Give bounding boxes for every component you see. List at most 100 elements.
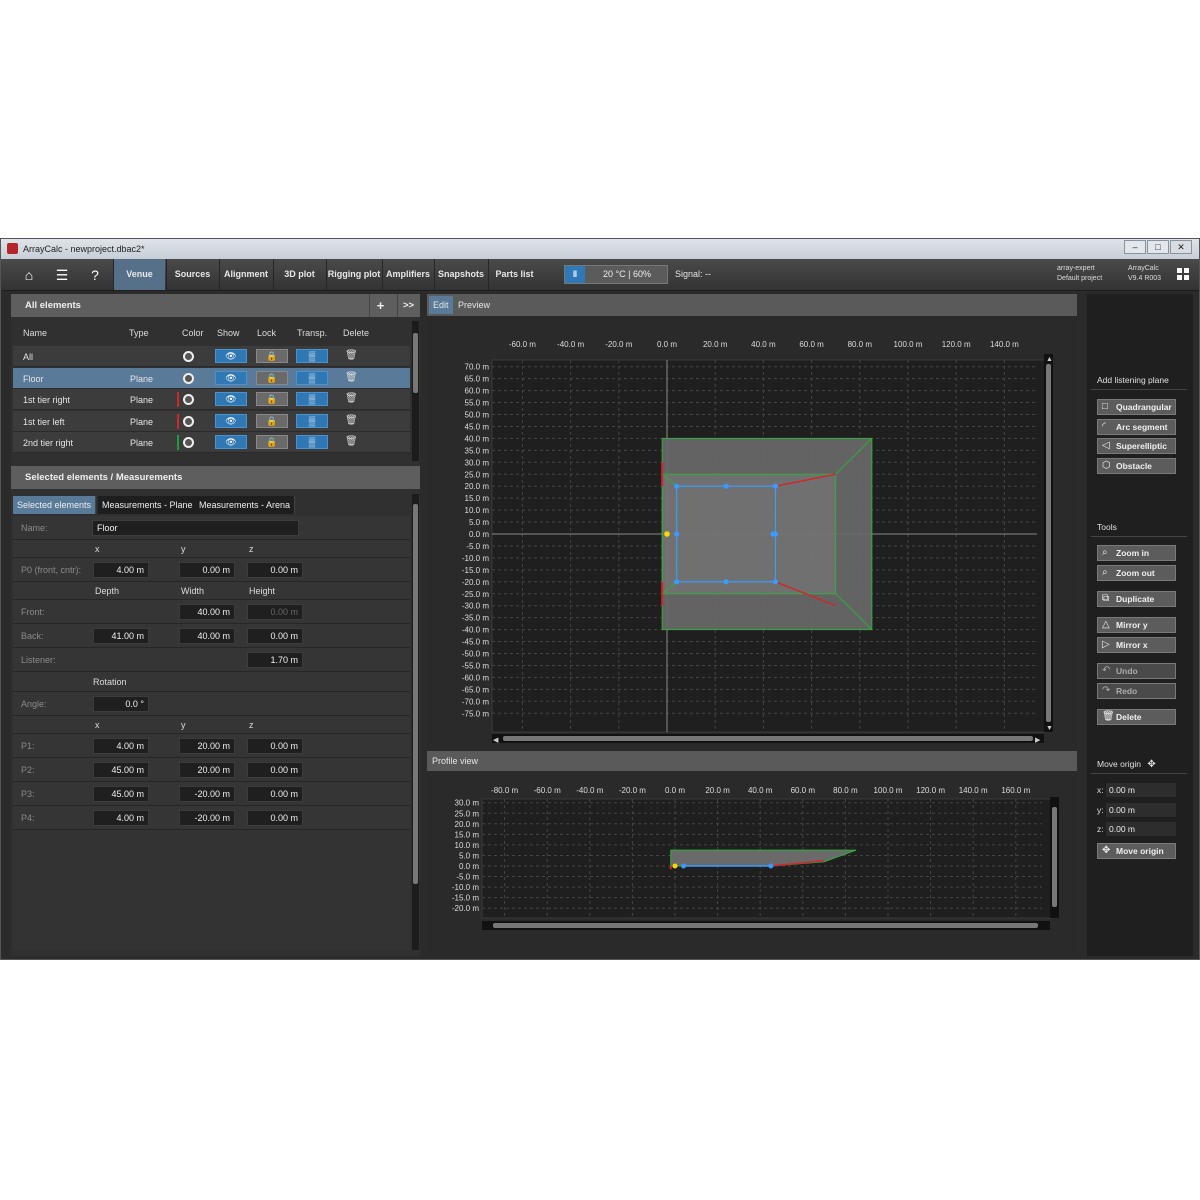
p0-x-field[interactable]: 4.00 m — [93, 562, 149, 578]
tab-preview[interactable]: Preview — [454, 296, 494, 314]
column-header[interactable]: Color — [182, 328, 204, 338]
quadrangular-button[interactable]: □ Quadrangular — [1097, 399, 1176, 415]
angle-field[interactable]: 0.0 ° — [93, 696, 149, 712]
show-toggle-eye-icon[interactable]: 👁 — [215, 435, 247, 449]
p1-y-field[interactable]: 20.00 m — [179, 738, 235, 754]
lock-toggle-icon[interactable]: 🔒 — [256, 435, 288, 449]
delete-button[interactable]: 🗑 Delete — [1097, 709, 1176, 725]
transparency-toggle-icon[interactable]: ▒ — [296, 349, 328, 363]
color-picker-icon[interactable] — [183, 437, 194, 448]
lock-toggle-icon[interactable]: 🔒 — [256, 413, 288, 428]
properties-scrollbar[interactable] — [412, 494, 419, 950]
lock-toggle-icon[interactable]: 🔒 — [256, 370, 288, 385]
tab-snapshots[interactable]: Snapshots — [434, 259, 487, 290]
p4-y-field[interactable]: -20.00 m — [179, 810, 235, 826]
duplicate-button[interactable]: ⧉ Duplicate — [1097, 591, 1176, 607]
obstacle-button[interactable]: ⬡ Obstacle — [1097, 457, 1176, 474]
redo-button[interactable]: ↷ Redo — [1097, 683, 1176, 699]
show-toggle-eye-icon[interactable]: 👁 — [215, 349, 247, 363]
show-toggle-eye-icon[interactable]: 👁 — [215, 370, 247, 385]
help-icon[interactable]: ? — [80, 263, 110, 287]
back-depth-field[interactable]: 41.00 m — [93, 628, 149, 644]
color-picker-icon[interactable] — [183, 394, 194, 405]
delete-trash-icon[interactable]: 🗑 — [345, 414, 358, 428]
delete-trash-icon[interactable]: 🗑 — [345, 435, 358, 449]
superelliptic-button[interactable]: ◁ Superelliptic — [1097, 438, 1176, 454]
p2-y-field[interactable]: 20.00 m — [179, 762, 235, 778]
expand-panel-button[interactable]: >> — [397, 294, 419, 317]
arc-segment-button[interactable]: ◜ Arc segment — [1097, 418, 1176, 435]
profile-view-plot[interactable]: -80.0 m -60.0 m -40.0 m -20.0 m 0.0 m 20.0 m 4… — [427, 771, 1077, 946]
color-picker-icon[interactable] — [183, 415, 194, 427]
back-width-field[interactable]: 40.00 m — [179, 628, 235, 644]
delete-trash-icon[interactable]: 🗑 — [345, 349, 358, 363]
transparency-toggle-icon[interactable]: ▒ — [296, 413, 328, 428]
front-width-field[interactable]: 40.00 m — [179, 604, 235, 620]
temperature-humidity-display[interactable]: ‖ 20 °C | 60% — [564, 265, 668, 284]
undo-button[interactable]: ↶ Undo — [1097, 663, 1176, 679]
subtab-selected-elements[interactable]: Selected elements — [13, 496, 97, 514]
color-picker-icon[interactable] — [183, 351, 194, 362]
p3-z-field[interactable]: 0.00 m — [247, 786, 303, 802]
layout-grid-icon[interactable] — [1177, 268, 1190, 281]
show-toggle-eye-icon[interactable]: 👁 — [215, 392, 247, 406]
menu-icon[interactable]: ☰ — [47, 263, 77, 287]
column-header[interactable]: Lock — [257, 328, 276, 338]
column-header[interactable]: Delete — [343, 328, 369, 338]
origin-z-field[interactable]: 0.00 m — [1106, 822, 1176, 836]
maximize-button[interactable]: □ — [1147, 240, 1169, 254]
p0-y-field[interactable]: 0.00 m — [179, 562, 235, 578]
tab-alignment[interactable]: Alignment — [219, 259, 272, 290]
p2-x-field[interactable]: 45.00 m — [93, 762, 149, 778]
tab-amplifiers[interactable]: Amplifiers — [382, 259, 433, 290]
zoom-in-button[interactable]: ⌕ Zoom in — [1097, 545, 1176, 561]
tab-3d-plot[interactable]: 3D plot — [273, 259, 325, 290]
tab-sources[interactable]: Sources — [166, 259, 218, 290]
p3-y-field[interactable]: -20.00 m — [179, 786, 235, 802]
table-row[interactable]: 1st tier right Plane 👁 🔒 ▒ 🗑 — [13, 389, 410, 410]
column-header[interactable]: Show — [217, 328, 240, 338]
color-picker-icon[interactable] — [183, 372, 194, 384]
tab-edit[interactable]: Edit — [429, 296, 453, 314]
zoom-out-button[interactable]: ⌕ Zoom out — [1097, 565, 1176, 581]
elements-scrollbar[interactable] — [412, 321, 419, 461]
origin-x-field[interactable]: 0.00 m — [1106, 783, 1176, 797]
table-row[interactable]: All 👁 🔒 ▒ 🗑 — [13, 346, 410, 367]
table-row[interactable]: 2nd tier right Plane 👁 🔒 ▒ 🗑 — [13, 432, 410, 453]
subtab-measurements-arena[interactable]: Measurements - Arena — [195, 496, 296, 514]
p3-x-field[interactable]: 45.00 m — [93, 786, 149, 802]
home-icon[interactable]: ⌂ — [14, 263, 44, 287]
transparency-toggle-icon[interactable]: ▒ — [296, 392, 328, 406]
transparency-toggle-icon[interactable]: ▒ — [296, 435, 328, 449]
tab-parts-list[interactable]: Parts list — [488, 259, 540, 290]
delete-trash-icon[interactable]: 🗑 — [345, 392, 358, 406]
close-button[interactable]: ✕ — [1170, 240, 1192, 254]
listener-height-field[interactable]: 1.70 m — [247, 652, 303, 668]
name-field[interactable]: Floor — [92, 520, 299, 536]
back-height-field[interactable]: 0.00 m — [247, 628, 303, 644]
mirror-x-button[interactable]: ▷ Mirror x — [1097, 637, 1176, 653]
p1-x-field[interactable]: 4.00 m — [93, 738, 149, 754]
lock-toggle-icon[interactable]: 🔒 — [256, 392, 288, 406]
p2-z-field[interactable]: 0.00 m — [247, 762, 303, 778]
p4-z-field[interactable]: 0.00 m — [247, 810, 303, 826]
table-row[interactable]: 1st tier left Plane 👁 🔒 ▒ 🗑 — [13, 410, 410, 432]
tab-venue[interactable]: Venue — [113, 259, 165, 290]
p1-z-field[interactable]: 0.00 m — [247, 738, 303, 754]
transparency-toggle-icon[interactable]: ▒ — [296, 370, 328, 385]
lock-toggle-icon[interactable]: 🔒 — [256, 349, 288, 363]
p4-x-field[interactable]: 4.00 m — [93, 810, 149, 826]
tab-rigging-plot[interactable]: Rigging plot — [326, 259, 381, 290]
origin-y-field[interactable]: 0.00 m — [1106, 802, 1176, 817]
subtab-measurements-plane[interactable]: Measurements - Plane — [98, 496, 198, 514]
add-element-button[interactable]: + — [369, 294, 391, 317]
column-header[interactable]: Name — [23, 328, 47, 338]
column-header[interactable]: Type — [129, 328, 149, 338]
delete-trash-icon[interactable]: 🗑 — [345, 371, 358, 385]
column-header[interactable]: Transp. — [297, 328, 327, 338]
move-origin-button[interactable]: ✥ Move origin — [1097, 843, 1176, 859]
front-height-field[interactable]: 0.00 m — [247, 604, 303, 620]
mirror-y-button[interactable]: △ Mirror y — [1097, 617, 1176, 633]
table-row[interactable]: Floor Plane 👁 🔒 ▒ 🗑 — [13, 367, 410, 389]
p0-z-field[interactable]: 0.00 m — [247, 562, 303, 578]
